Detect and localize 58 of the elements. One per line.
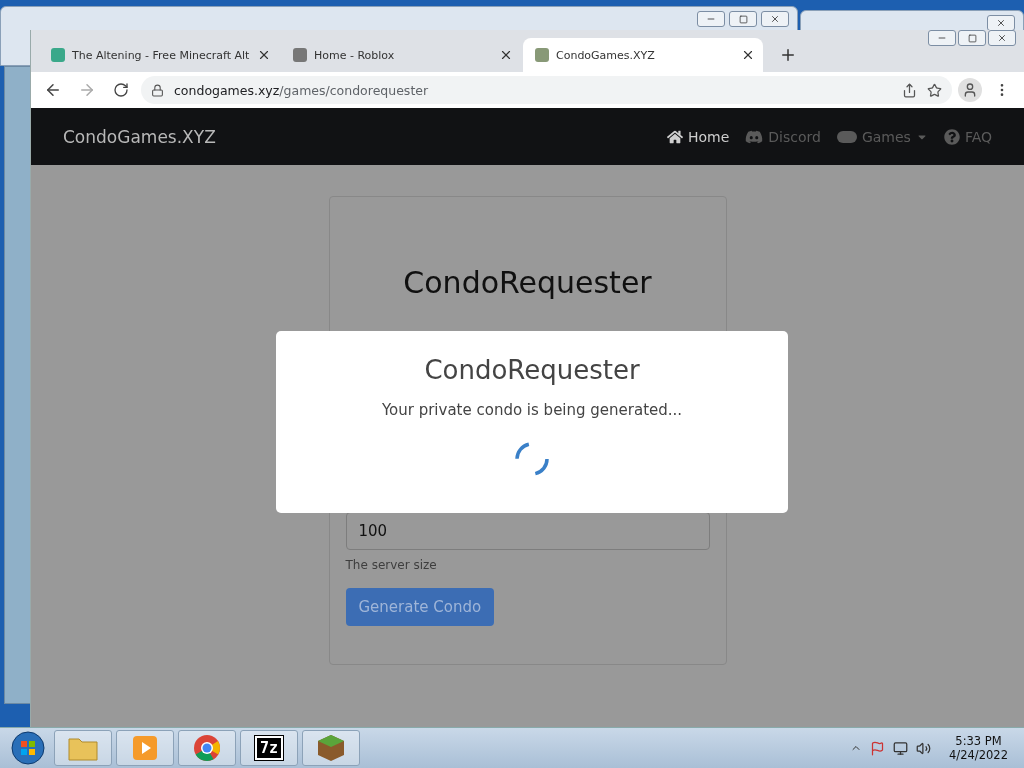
maximize-icon xyxy=(738,14,748,24)
favicon-icon xyxy=(51,48,65,62)
url-text: condogames.xyz/games/condorequester xyxy=(174,82,429,98)
close-icon xyxy=(770,14,780,24)
help-icon xyxy=(943,128,960,145)
browser-tab[interactable]: CondoGames.XYZ xyxy=(523,38,763,72)
browser-tab[interactable]: The Altening - Free Minecraft Alt xyxy=(39,38,279,72)
flag-icon[interactable] xyxy=(870,740,886,756)
taskbar-app-button[interactable]: 7z xyxy=(240,730,298,766)
tab-close-button[interactable] xyxy=(741,48,755,62)
minimize-button[interactable] xyxy=(928,30,956,46)
nav-link[interactable]: Home xyxy=(666,127,730,146)
home-icon xyxy=(666,128,683,145)
close-button[interactable] xyxy=(987,15,1015,31)
close-button[interactable] xyxy=(988,30,1016,46)
start-logo-icon xyxy=(11,731,45,765)
favicon-icon xyxy=(535,48,549,62)
play-icon xyxy=(132,735,158,761)
field-help-text: The server size xyxy=(345,558,438,572)
tab-close-button[interactable] xyxy=(257,48,271,62)
speaker-icon[interactable] xyxy=(916,740,932,756)
address-bar[interactable]: condogames.xyz/games/condorequester xyxy=(141,76,952,104)
profile-avatar[interactable] xyxy=(958,78,982,102)
maximize-button[interactable] xyxy=(729,11,757,27)
maximize-icon xyxy=(967,33,977,43)
archiver-logo: 7z xyxy=(254,736,284,760)
browser-logo-icon xyxy=(193,734,221,762)
grass-block-icon xyxy=(316,733,346,763)
maximize-button[interactable] xyxy=(958,30,986,46)
close-icon xyxy=(997,33,1007,43)
taskbar-app-button[interactable] xyxy=(178,730,236,766)
taskbar-app-button[interactable] xyxy=(116,730,174,766)
lock-icon xyxy=(151,83,164,97)
close-icon xyxy=(996,18,1006,28)
card-title: CondoRequester xyxy=(402,265,653,300)
loading-spinner-icon xyxy=(514,441,550,477)
modal-title: CondoRequester xyxy=(424,355,640,385)
star-icon[interactable] xyxy=(927,82,942,98)
folder-icon xyxy=(68,735,98,761)
server-size-field[interactable]: 100 xyxy=(345,512,710,550)
site-brand[interactable]: CondoGames.XYZ xyxy=(63,126,216,147)
taskbar-app-button[interactable] xyxy=(302,730,360,766)
close-button[interactable] xyxy=(761,11,789,27)
plus-icon xyxy=(779,46,797,64)
favicon-icon xyxy=(293,48,307,62)
browser-tab[interactable]: Home - Roblox xyxy=(281,38,521,72)
person-icon xyxy=(962,82,978,98)
share-icon[interactable] xyxy=(902,82,917,98)
close-icon xyxy=(499,48,513,62)
minimize-button[interactable] xyxy=(697,11,725,27)
network-icon[interactable] xyxy=(893,740,909,756)
taskbar-clock[interactable]: 5:33 PM 4/24/2022 xyxy=(939,734,1018,762)
modal-message: Your private condo is being generated... xyxy=(381,401,683,419)
reload-icon xyxy=(113,82,129,98)
close-icon xyxy=(257,48,271,62)
forward-arrow-icon xyxy=(78,81,96,99)
tab-close-button[interactable] xyxy=(499,48,513,62)
close-icon xyxy=(741,48,755,62)
